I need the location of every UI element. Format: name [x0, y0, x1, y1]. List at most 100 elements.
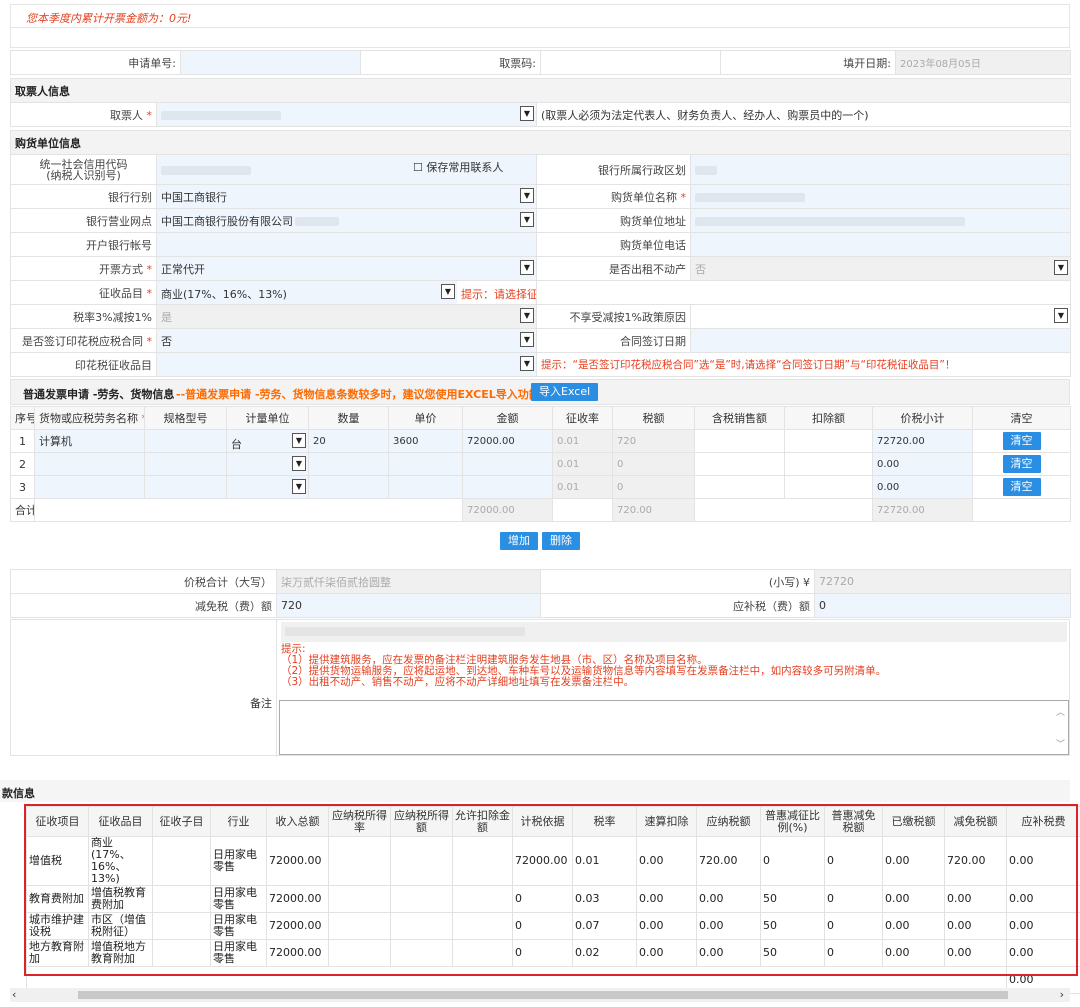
account-input[interactable] [156, 232, 537, 257]
bank-region-input[interactable] [690, 154, 1071, 185]
delete-row-button[interactable]: 删除 [542, 532, 580, 550]
chevron-down-icon[interactable]: ▼ [520, 308, 534, 323]
collector-label: 取票人 * [10, 102, 157, 127]
price-input[interactable] [388, 452, 463, 476]
collector-note: (取票人必须为法定代表人、财务负责人、经办人、购票员中的一个) [535, 102, 1072, 127]
pickup-code-label: 取票码: [360, 50, 541, 75]
chevron-down-icon[interactable]: ▼ [520, 356, 534, 371]
spec-input[interactable] [144, 475, 227, 499]
spec-input[interactable] [144, 452, 227, 476]
rate-label: 税率3%减按1% [10, 304, 157, 329]
chevron-down-icon[interactable]: ▼ [1054, 260, 1068, 275]
buyer-address-input[interactable] [690, 208, 1071, 233]
buyer-section: 购货单位信息 统一社会信用代码 (纳税人识别号) ☐ 保存常用联系人 银行所属行… [10, 130, 1071, 377]
rent-label: 是否出租不动产 [536, 256, 691, 281]
contract-date-input[interactable] [690, 328, 1071, 353]
rate-select[interactable]: 是 ▼ [156, 304, 537, 329]
summary-table: 价税合计（大写） 柒万贰仟柒佰贰拾圆整 (小写) ¥ 72720 减免税（费）额… [10, 569, 1071, 618]
apply-no-input[interactable] [180, 50, 361, 75]
goods-name-input[interactable]: 计算机 [34, 429, 145, 453]
unit-select[interactable]: ▼ [226, 452, 309, 476]
goods-header-cell: 序号 [10, 406, 35, 430]
spec-input[interactable] [144, 429, 227, 453]
goods-name-input[interactable] [34, 475, 145, 499]
buyer-phone-input[interactable] [690, 232, 1071, 257]
levy-item-select[interactable]: 商业(17%、16%、13%) ▼ [157, 281, 457, 304]
tax-section-label: 款信息 [2, 787, 35, 800]
import-excel-button[interactable]: 导入Excel [531, 383, 599, 401]
no-reduce-select[interactable]: ▼ [690, 304, 1071, 329]
tax-section-title: 款信息 [0, 780, 1070, 802]
stamp-contract-select[interactable]: 否 ▼ [156, 328, 537, 353]
chevron-down-icon[interactable]: ▼ [520, 188, 534, 203]
chevron-down-icon[interactable]: ▼ [1054, 308, 1068, 323]
horizontal-scrollbar[interactable]: ‹ › [10, 988, 1070, 1002]
chevron-down-icon[interactable]: ▼ [441, 284, 455, 299]
scrollbar-thumb[interactable] [78, 991, 1008, 999]
amount-input[interactable] [462, 475, 553, 499]
goods-header-cell: 货物或应税劳务名称 * [34, 406, 145, 430]
scroll-right-icon[interactable]: › [1060, 988, 1064, 1001]
pickup-code-input[interactable] [540, 50, 721, 75]
goods-total-subtotal: 72720.00 [872, 498, 973, 522]
chevron-down-icon[interactable]: ▼ [520, 212, 534, 227]
supplement-label: 应补税（费）额 [540, 593, 815, 618]
goods-section-title: 普通发票申请 -劳务、货物信息 --普通发票申请 -劳务、货物信息条数较多时，建… [10, 379, 1070, 405]
collector-select[interactable]: ▼ [156, 102, 537, 127]
goods-total-tax: 720.00 [612, 498, 695, 522]
buyer-name-input[interactable] [690, 184, 1071, 209]
remark-tip-line: （3）出租不动产、销售不动产，应将不动产详细地址填写在发票备注栏中。 [281, 676, 635, 688]
chevron-down-icon[interactable]: ▼ [520, 106, 534, 121]
row-number: 1 [10, 429, 35, 453]
subtotal-value: 0.00 [872, 452, 973, 476]
unit-select[interactable]: ▼ [226, 475, 309, 499]
amount-input[interactable] [462, 452, 553, 476]
quantity-input[interactable]: 20 [308, 429, 389, 453]
bank-type-select[interactable]: 中国工商银行 ▼ [156, 184, 537, 209]
buyer-address-label: 购货单位地址 [536, 208, 691, 233]
clear-row-button[interactable]: 清空 [1002, 432, 1041, 450]
goods-total-label: 合计 [10, 498, 35, 522]
save-contact-checkbox[interactable]: ☐ 保存常用联系人 [413, 159, 503, 175]
quantity-input[interactable] [308, 475, 389, 499]
goods-header-cell: 计量单位 [226, 406, 309, 430]
amount-input[interactable]: 72000.00 [462, 429, 553, 453]
row-number: 2 [10, 452, 35, 476]
stamp-item-select[interactable]: ▼ [156, 352, 537, 377]
taxed-sales-value [694, 475, 785, 499]
chevron-down-icon[interactable]: ▼ [292, 456, 306, 471]
buyer-section-title: 购货单位信息 [10, 130, 1071, 155]
credit-code-label: 统一社会信用代码 (纳税人识别号) [10, 154, 157, 185]
notice-box [10, 4, 1070, 28]
credit-code-input[interactable]: ☐ 保存常用联系人 [156, 154, 537, 185]
goods-name-input[interactable] [34, 452, 145, 476]
invoice-method-label: 开票方式 * [10, 256, 157, 281]
taxed-sales-value [694, 429, 785, 453]
invoice-method-select[interactable]: 正常代开 ▼ [156, 256, 537, 281]
scroll-down-icon[interactable]: ﹀ [1056, 737, 1065, 750]
apply-no-label: 申请单号: [10, 50, 181, 75]
rent-select[interactable]: 否 ▼ [690, 256, 1071, 281]
chevron-down-icon[interactable]: ▼ [292, 479, 306, 494]
unit-select[interactable]: 台 ▼ [226, 429, 309, 453]
bank-type-label: 银行行别 [10, 184, 157, 209]
deduction-value [784, 452, 873, 476]
clear-row-button[interactable]: 清空 [1002, 455, 1041, 473]
remark-textarea[interactable]: ︿ ﹀ [279, 700, 1069, 755]
quantity-input[interactable] [308, 452, 389, 476]
levy-rate-value: 0.01 [552, 475, 613, 499]
stamp-contract-label: 是否签订印花税应税合同 * [10, 328, 157, 353]
chevron-down-icon[interactable]: ▼ [520, 332, 534, 347]
fill-date-value: 2023年08月05日 [895, 50, 1071, 75]
add-row-button[interactable]: 增加 [500, 532, 538, 550]
price-input[interactable] [388, 475, 463, 499]
chevron-down-icon[interactable]: ▼ [520, 260, 534, 275]
goods-header-cell: 价税小计 [872, 406, 973, 430]
scroll-up-icon[interactable]: ︿ [1056, 705, 1065, 718]
price-input[interactable]: 3600 [388, 429, 463, 453]
chevron-down-icon[interactable]: ▼ [292, 433, 306, 448]
scroll-left-icon[interactable]: ‹ [12, 988, 16, 1001]
clear-row-button[interactable]: 清空 [1002, 478, 1041, 496]
buyer-phone-label: 购货单位电话 [536, 232, 691, 257]
bank-branch-select[interactable]: 中国工商银行股份有限公司 ▼ [156, 208, 537, 233]
